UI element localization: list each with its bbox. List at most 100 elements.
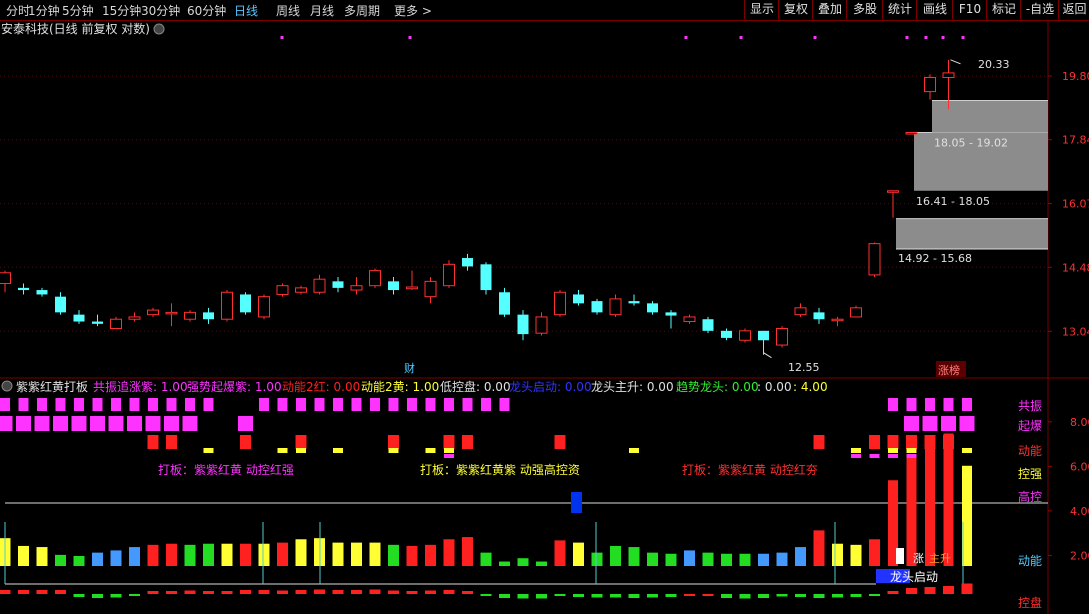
signal-qibao [238,416,253,431]
candle-body [813,312,825,320]
control-bar [110,594,122,598]
control-bar [573,594,584,597]
energy-bar [388,544,399,566]
energy-bar [277,542,288,566]
signal-dongneng [166,435,177,449]
candle-body [887,190,899,193]
low-price-label: 12.55 [788,361,820,374]
indicator-right-label: 共振 [1018,399,1042,413]
signal-kongqiang [277,448,288,453]
candle-body [332,281,344,288]
control-bar [758,594,769,598]
candle-body [702,319,714,331]
signal-gongzhen [37,398,47,411]
signal-gongzhen [481,398,491,411]
signal-qibao [145,416,161,431]
control-bar [628,594,640,598]
signal-purple-strip [869,454,880,458]
signal-dot [813,36,817,39]
energy-bar [351,542,362,566]
white-marker [896,548,904,564]
control-bar [351,590,362,594]
signal-dot [941,36,945,39]
signal-gongzhen [388,398,399,411]
signal-gongzhen [962,398,972,411]
energy-bar [739,553,751,566]
candle-body [850,307,862,318]
high-price-label: 20.33 [978,58,1010,71]
control-bar [702,594,714,596]
control-bar [406,591,418,594]
chevron-down-icon[interactable] [153,23,165,35]
legend-item: 动能2黄: 1.00 [361,380,439,394]
signal-gongzhen [18,398,29,411]
candle-body [573,294,584,304]
energy-bar [647,552,658,566]
signal-gongzhen [148,398,158,411]
candle-body [203,312,214,320]
candle-body [36,290,48,295]
candle-body [683,316,696,323]
candle-body [647,303,658,313]
energy-bar [776,552,788,566]
control-bar [906,588,917,594]
candle-body [535,316,548,334]
legend-item: 强势起爆紫: 1.00 [187,380,282,394]
candle-body [554,291,566,316]
chart-title: 安泰科技(日线 前复权 对数) [1,21,150,36]
candle-body [924,77,936,93]
control-bar [55,590,66,594]
gap-label: 16.41 - 18.05 [916,195,990,208]
candle-body [739,330,751,341]
signal-qibao [127,416,142,431]
signal-qibao [0,416,13,431]
signal-kongqiang [906,448,917,453]
control-bar [425,590,436,594]
signal-gongzhen [370,398,380,411]
energy-bar [147,544,159,566]
candle-body [776,327,788,346]
indicator-right-label: 动能 [1018,444,1042,458]
signal-gongzhen [92,398,103,411]
signal-gongzhen [906,398,917,411]
candle-body [55,296,66,313]
legend-item: : 4.00 [793,380,828,394]
signal-kongqiang [425,448,436,453]
control-bar [462,591,473,594]
control-bar [721,594,732,598]
indicator-axis-label: 8.00 [1070,416,1089,429]
energy-bar [480,552,492,566]
energy-bar [499,561,510,566]
signal-gongzhen [166,398,177,411]
energy-bar [184,544,196,566]
signal-gongzhen [129,398,140,411]
energy-bar [92,552,103,566]
signal-gongzhen [314,398,325,411]
gap-box [896,218,1048,249]
energy-bar [573,542,584,566]
signal-gongzhen [351,398,362,411]
energy-bar [203,543,214,566]
candle-body [665,312,677,316]
signal-kongqiang [388,448,399,453]
small-label: 主升 [929,552,951,565]
candle-body [184,311,196,320]
candle-body [73,314,85,322]
energy-bar [591,552,603,566]
energy-bar [795,547,806,566]
control-bar [943,586,954,594]
signal-qibao [53,416,68,431]
candle-body [758,330,769,341]
control-bar [443,590,455,594]
control-bar [850,594,862,597]
energy-bar [813,530,825,566]
gap-label: 18.05 - 19.02 [934,137,1008,150]
price-label: 19.80 [1062,70,1089,83]
control-bar [184,590,196,594]
candle-body [388,281,399,291]
chart-area[interactable]: 安泰科技(日线 前复权 对数) 19.80 17.84 16.07 14.48 13.04… [0,0,1089,614]
signal-dot [961,36,965,39]
candle-body [18,287,29,291]
chevron-down-icon[interactable] [1,380,13,392]
indicator-axis-label: 6.00 [1070,460,1089,473]
